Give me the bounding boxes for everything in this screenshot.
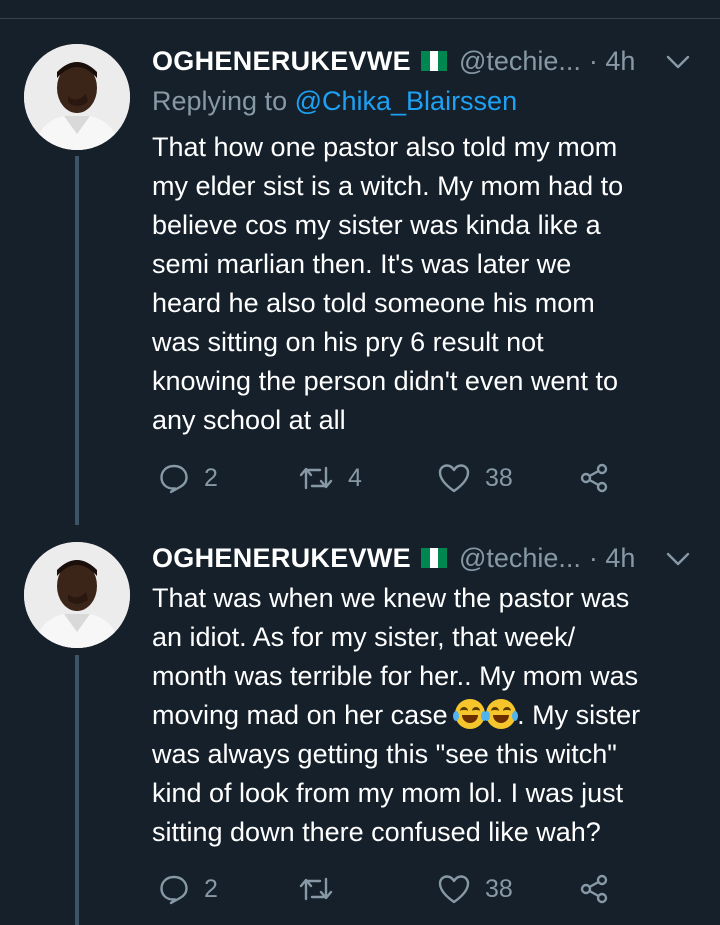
chevron-down-icon[interactable] [666,551,690,567]
retweet-button[interactable] [298,869,348,909]
tweet-text-fragment: moving mad on her case [152,700,456,730]
share-icon [580,874,608,904]
share-icon [580,463,608,493]
tweet-text: That was when we knew the pastor was an … [152,579,712,852]
nigeria-flag-icon [420,548,447,568]
tweet-text-line: That how one pastor also told my mom [152,132,618,162]
tweet-text-line: sitting down there confused like wah? [152,817,601,847]
tweet-text-line: any school at all [152,405,346,435]
tweet-text-line: moving mad on her case . My sister [152,696,712,735]
tweet-text-fragment: . My sister [517,700,641,730]
tweet-text-line: kind of look from my mom lol. I was just [152,778,624,808]
avatar[interactable] [24,542,130,648]
share-button[interactable] [578,458,610,498]
tweet-text-line: my elder sist is a witch. My mom had to [152,171,624,201]
tweet-text-line: was always getting this "see this witch" [152,739,617,769]
like-button[interactable]: 38 [437,869,513,909]
user-handle[interactable]: @techie... [459,46,581,77]
reply-count: 2 [204,463,218,492]
thread-connector-line [75,156,79,525]
share-button[interactable] [578,869,610,909]
like-count: 38 [485,463,513,492]
reply-button[interactable]: 2 [158,458,218,498]
tweet-text-line: knowing the person didn't even went to [152,366,618,396]
retweet-icon [299,877,333,901]
like-count: 38 [485,874,513,903]
thread-connector-line [75,655,79,925]
tweet-text-line: believe cos my sister was kinda like a [152,210,601,240]
face-with-tears-of-joy-icon [484,699,519,729]
tweet-text-line: was sitting on his pry 6 result not [152,327,544,357]
like-icon [438,875,470,904]
mention-link[interactable]: @Chika_Blairssen [295,86,518,116]
top-divider [0,18,720,19]
tweet-actions: 2 4 38 [152,458,622,498]
tweet-text-line: an idiot. As for my sister, that week/ [152,622,576,652]
timestamp[interactable]: · 4h [589,543,636,574]
display-name[interactable]: OGHENERUKEVWE [152,46,411,77]
reply-icon [160,464,188,494]
reply-count: 2 [204,874,218,903]
tweet-header: OGHENERUKEVWE @techie... · 4h [152,538,635,578]
tweet-text-line: heard he also told someone his mom [152,288,595,318]
tweet-header: OGHENERUKEVWE @techie... · 4h [152,41,635,81]
avatar[interactable] [24,44,130,150]
tweet-actions: 2 38 [152,869,622,909]
face-with-tears-of-joy-icon [453,699,488,729]
retweet-button[interactable]: 4 [298,458,362,498]
timestamp[interactable]: · 4h [589,46,636,77]
retweet-icon [299,466,333,490]
nigeria-flag-icon [420,51,447,71]
user-handle[interactable]: @techie... [459,543,581,574]
chevron-down-icon[interactable] [666,54,690,70]
reply-icon [160,875,188,905]
like-button[interactable]: 38 [437,458,513,498]
replying-to-prefix: Replying to [152,86,295,116]
tweet-text-line: month was terrible for her.. My mom was [152,661,639,691]
display-name[interactable]: OGHENERUKEVWE [152,543,411,574]
retweet-count: 4 [348,463,362,492]
tweet-text-line: That was when we knew the pastor was [152,583,630,613]
tweet-text: That how one pastor also told my mom my … [152,128,712,440]
like-icon [438,464,470,493]
reply-button[interactable]: 2 [158,869,218,909]
replying-to: Replying to @Chika_Blairssen [152,86,517,117]
tweet-text-line: semi marlian then. It's was later we [152,249,572,279]
